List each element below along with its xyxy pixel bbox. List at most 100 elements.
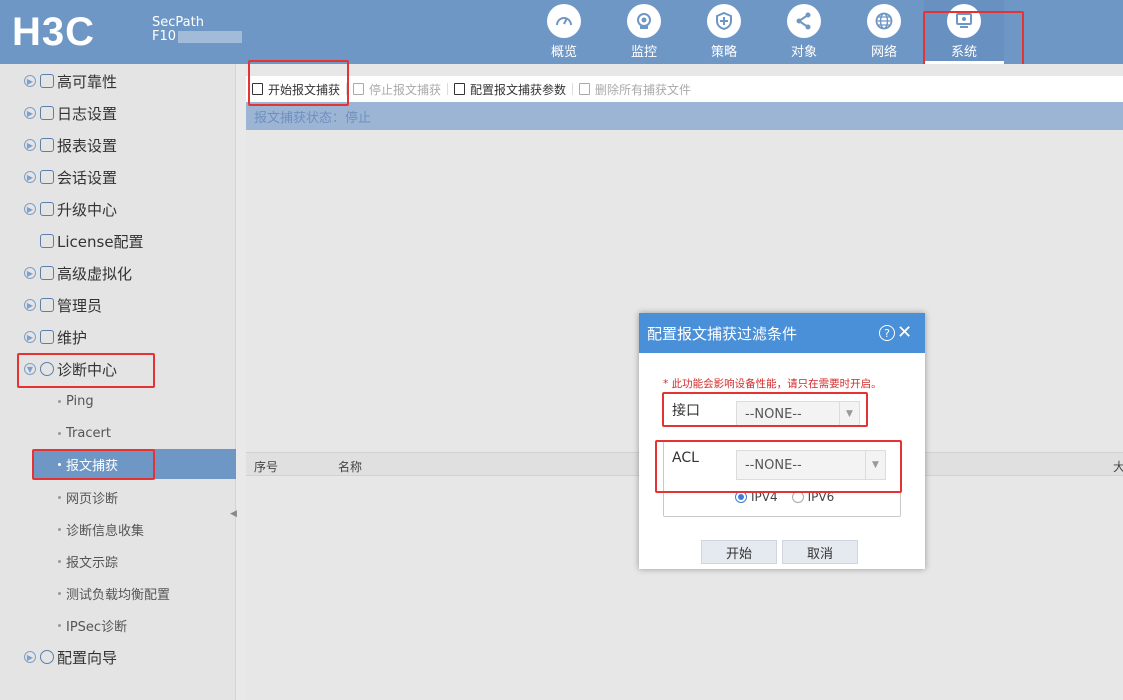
sidebar-item-maintenance[interactable]: ▶ 维护 <box>24 325 87 349</box>
upload-icon <box>40 202 54 216</box>
bullet-dot <box>58 399 61 403</box>
expand-icon: ▶ <box>24 331 36 343</box>
close-icon[interactable]: ✕ <box>897 322 912 343</box>
sidebar-item-admin[interactable]: ▶ 管理员 <box>24 293 102 317</box>
nav-policy[interactable]: 策略 <box>684 0 764 64</box>
capture-filter-dialog: 配置报文捕获过滤条件 ? ✕ * 此功能会影响设备性能，请只在需要时开启。 接口… <box>639 313 925 569</box>
dialog-title: 配置报文捕获过滤条件 <box>647 324 798 343</box>
col-name: 名称 <box>338 460 363 474</box>
nav-label: 监控 <box>630 45 657 60</box>
acl-value: --NONE-- <box>745 457 802 473</box>
sidebar-subitem-ping[interactable]: Ping <box>58 390 94 412</box>
nav-label: 概览 <box>550 45 577 60</box>
redacted-model <box>178 30 243 43</box>
start-capture-button[interactable]: 开始报文捕获 <box>246 76 346 102</box>
bullet-dot <box>58 431 61 435</box>
gear-icon <box>40 650 54 664</box>
ipv4-radio[interactable] <box>735 491 747 503</box>
users-icon <box>40 298 54 312</box>
chevron-down-icon: ▼ <box>865 451 885 479</box>
sidebar-item-label: 报表设置 <box>57 136 118 155</box>
toolbar-label: 配置报文捕获参数 <box>470 82 567 97</box>
bullet-dot <box>58 462 61 466</box>
sidebar-item-diagnostics[interactable]: ▼ 诊断中心 <box>24 357 117 381</box>
sidebar-subitem-label: 报文示踪 <box>66 555 119 571</box>
bullet-dot <box>58 495 61 499</box>
nav-system[interactable]: 系统 <box>924 0 1004 64</box>
expand-icon: ▶ <box>24 139 36 151</box>
sidebar-subitem-label: 测试负载均衡配置 <box>66 587 171 603</box>
sidebar-subitem-packet-capture[interactable]: 报文捕获 <box>34 449 236 479</box>
toolbar-label: 删除所有捕获文件 <box>595 82 692 97</box>
sidebar-subitem-tracert[interactable]: Tracert <box>58 422 111 444</box>
bullet-dot <box>58 527 61 531</box>
sidebar-item-license[interactable]: License配置 <box>40 229 144 253</box>
sidebar-item-ha[interactable]: ▶ 高可靠性 <box>24 69 117 93</box>
start-button[interactable]: 开始 <box>701 540 777 564</box>
sidebar-item-virtualization[interactable]: ▶ 高级虚拟化 <box>24 261 132 285</box>
sidebar-subitem-web-diagnosis[interactable]: 网页诊断 <box>58 486 118 508</box>
col-index: 序号 <box>254 460 279 474</box>
nav-label: 系统 <box>950 45 977 60</box>
delete-files-button[interactable]: 删除所有捕获文件 <box>573 76 697 102</box>
license-icon <box>40 234 54 248</box>
sidebar-item-log[interactable]: ▶ 日志设置 <box>24 101 117 125</box>
diagnostics-icon <box>40 362 54 376</box>
expand-icon: ▶ <box>24 267 36 279</box>
sidebar-item-session[interactable]: ▶ 会话设置 <box>24 165 117 189</box>
nav-object[interactable]: 对象 <box>764 0 844 64</box>
stop-capture-button[interactable]: 停止报文捕获 <box>347 76 447 102</box>
report-icon <box>40 138 54 152</box>
ipv6-label: IPV6 <box>807 490 835 504</box>
config-capture-button[interactable]: 配置报文捕获参数 <box>448 76 572 102</box>
sidebar-item-label: 高可靠性 <box>57 72 118 91</box>
acl-select[interactable]: --NONE-- ▼ <box>736 450 886 480</box>
sidebar-subitem-label: 诊断信息收集 <box>66 523 145 539</box>
sidebar-subitem-lb-test[interactable]: 测试负载均衡配置 <box>58 582 170 604</box>
sidebar-item-report[interactable]: ▶ 报表设置 <box>24 133 117 157</box>
sidebar-subitem-packet-trace[interactable]: 报文示踪 <box>58 550 118 572</box>
shield-icon <box>707 4 741 38</box>
nav-overview[interactable]: 概览 <box>524 0 604 64</box>
cancel-button[interactable]: 取消 <box>782 540 858 564</box>
nav-network[interactable]: 网络 <box>844 0 924 64</box>
expand-icon: ▶ <box>24 171 36 183</box>
toolbar-label: 开始报文捕获 <box>268 82 341 97</box>
performance-warning: * 此功能会影响设备性能，请只在需要时开启。 <box>663 378 882 390</box>
nav-label: 网络 <box>870 45 897 60</box>
sidebar-item-label: License配置 <box>57 232 144 251</box>
sidebar-item-label: 管理员 <box>57 296 103 315</box>
sidebar-subitem-label: 网页诊断 <box>66 491 119 507</box>
product-line1: SecPath <box>152 15 204 30</box>
sidebar-item-label: 会话设置 <box>57 168 118 187</box>
h3c-logo: H3C <box>12 10 96 54</box>
main-nav: 概览 监控 策略 对象 网络 系统 <box>524 0 1004 64</box>
capture-status: 报文捕获状态：停止 <box>246 102 1123 130</box>
capture-start-icon <box>252 83 263 95</box>
interface-select[interactable]: --NONE-- ▼ <box>736 401 860 427</box>
bullet-dot <box>58 559 61 563</box>
sidebar-collapse-arrow[interactable]: ◀ <box>230 509 237 519</box>
sidebar-subitem-diag-info[interactable]: 诊断信息收集 <box>58 518 144 540</box>
toolbar: 开始报文捕获 停止报文捕获 配置报文捕获参数 删除所有捕获文件 <box>246 76 1123 102</box>
expand-icon: ▶ <box>24 651 36 663</box>
expand-icon: ▶ <box>24 75 36 87</box>
help-icon[interactable]: ? <box>879 325 895 341</box>
sidebar-subitem-label: IPSec诊断 <box>66 619 128 635</box>
ip-version-radios: IPV4 IPV6 <box>735 490 834 504</box>
expand-icon: ▶ <box>24 203 36 215</box>
sidebar-item-label: 高级虚拟化 <box>57 264 133 283</box>
sidebar-item-wizard[interactable]: ▶ 配置向导 <box>24 645 117 669</box>
share-icon <box>787 4 821 38</box>
trash-icon <box>579 83 591 95</box>
sidebar-item-label: 升级中心 <box>57 200 118 219</box>
sidebar-subitem-ipsec[interactable]: IPSec诊断 <box>58 614 127 636</box>
nav-label: 对象 <box>790 45 817 60</box>
acl-label: ACL <box>672 450 699 466</box>
nav-monitor[interactable]: 监控 <box>604 0 684 64</box>
globe-icon <box>867 4 901 38</box>
ipv6-radio[interactable] <box>791 491 804 503</box>
capture-stop-icon <box>353 83 365 95</box>
sidebar-item-upgrade[interactable]: ▶ 升级中心 <box>24 197 117 221</box>
document-icon <box>40 106 54 120</box>
